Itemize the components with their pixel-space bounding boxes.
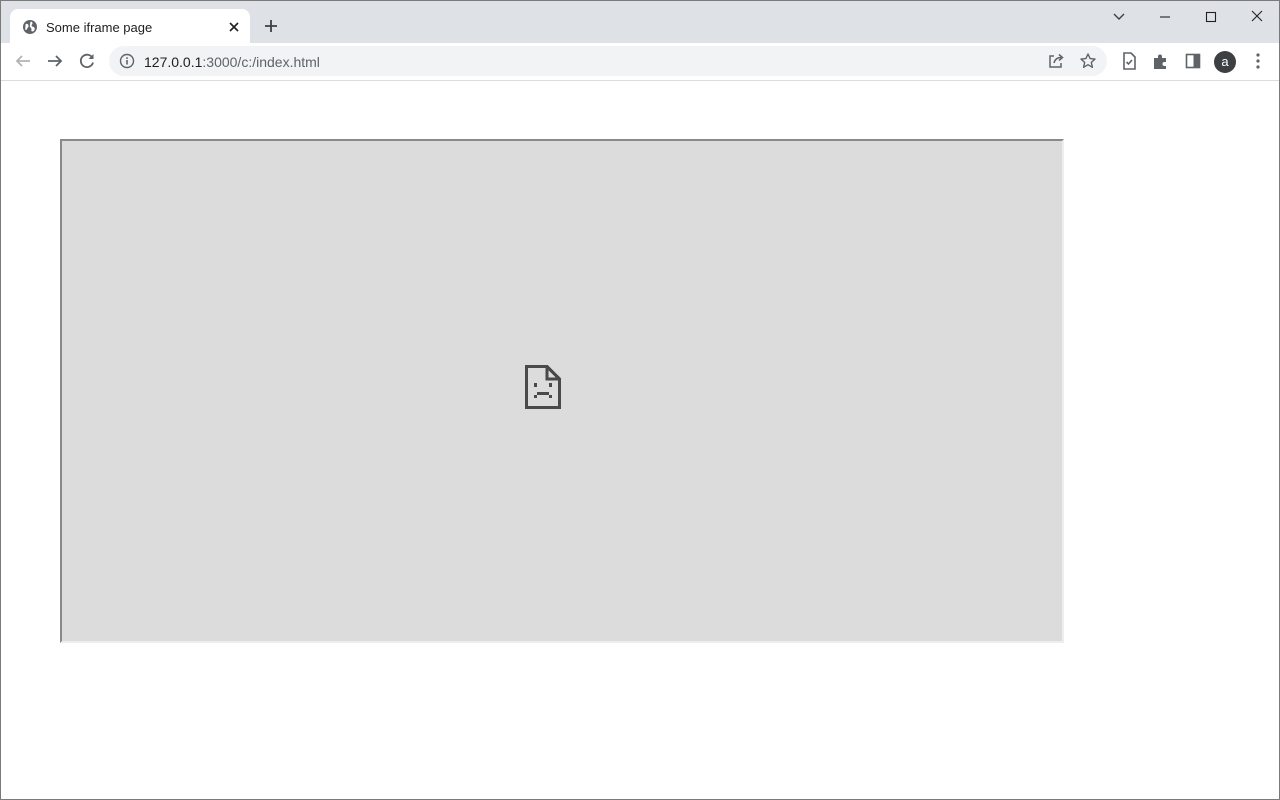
- reload-icon[interactable]: [76, 50, 98, 72]
- close-window-icon[interactable]: [1245, 5, 1269, 29]
- tab-active[interactable]: Some iframe page: [10, 9, 250, 43]
- side-panel-icon[interactable]: [1182, 50, 1204, 72]
- maximize-icon[interactable]: [1199, 5, 1223, 29]
- tab-strip: Some iframe page: [1, 1, 1279, 43]
- address-bar[interactable]: 127.0.0.1:3000/c:/index.html: [109, 46, 1107, 76]
- back-arrow-icon[interactable]: [12, 50, 34, 72]
- minimize-icon[interactable]: [1153, 5, 1177, 29]
- close-tab-icon[interactable]: [226, 19, 242, 35]
- url-host: 127.0.0.1: [144, 54, 203, 70]
- iframe-frame[interactable]: [60, 139, 1064, 643]
- reading-list-icon[interactable]: [1118, 50, 1140, 72]
- url-text[interactable]: 127.0.0.1:3000/c:/index.html: [144, 54, 320, 70]
- more-menu-icon[interactable]: [1247, 50, 1269, 72]
- share-icon[interactable]: [1047, 52, 1065, 70]
- tab-search-chevron-icon[interactable]: [1107, 5, 1131, 29]
- tab-title: Some iframe page: [46, 20, 153, 35]
- extensions-puzzle-icon[interactable]: [1150, 50, 1172, 72]
- forward-arrow-icon[interactable]: [44, 50, 66, 72]
- browser-window: Some iframe page 127.0.0.1:3000/c:/index…: [0, 0, 1280, 800]
- toolbar: 127.0.0.1:3000/c:/index.html a: [1, 43, 1279, 81]
- page-content: [1, 81, 1279, 799]
- profile-avatar[interactable]: a: [1214, 51, 1236, 73]
- url-path: :3000/c:/index.html: [202, 54, 320, 70]
- globe-icon: [23, 20, 37, 34]
- site-info-icon[interactable]: [119, 53, 135, 69]
- bookmark-star-icon[interactable]: [1079, 52, 1097, 70]
- sad-document-icon: [525, 365, 561, 409]
- new-tab-icon[interactable]: [260, 15, 282, 37]
